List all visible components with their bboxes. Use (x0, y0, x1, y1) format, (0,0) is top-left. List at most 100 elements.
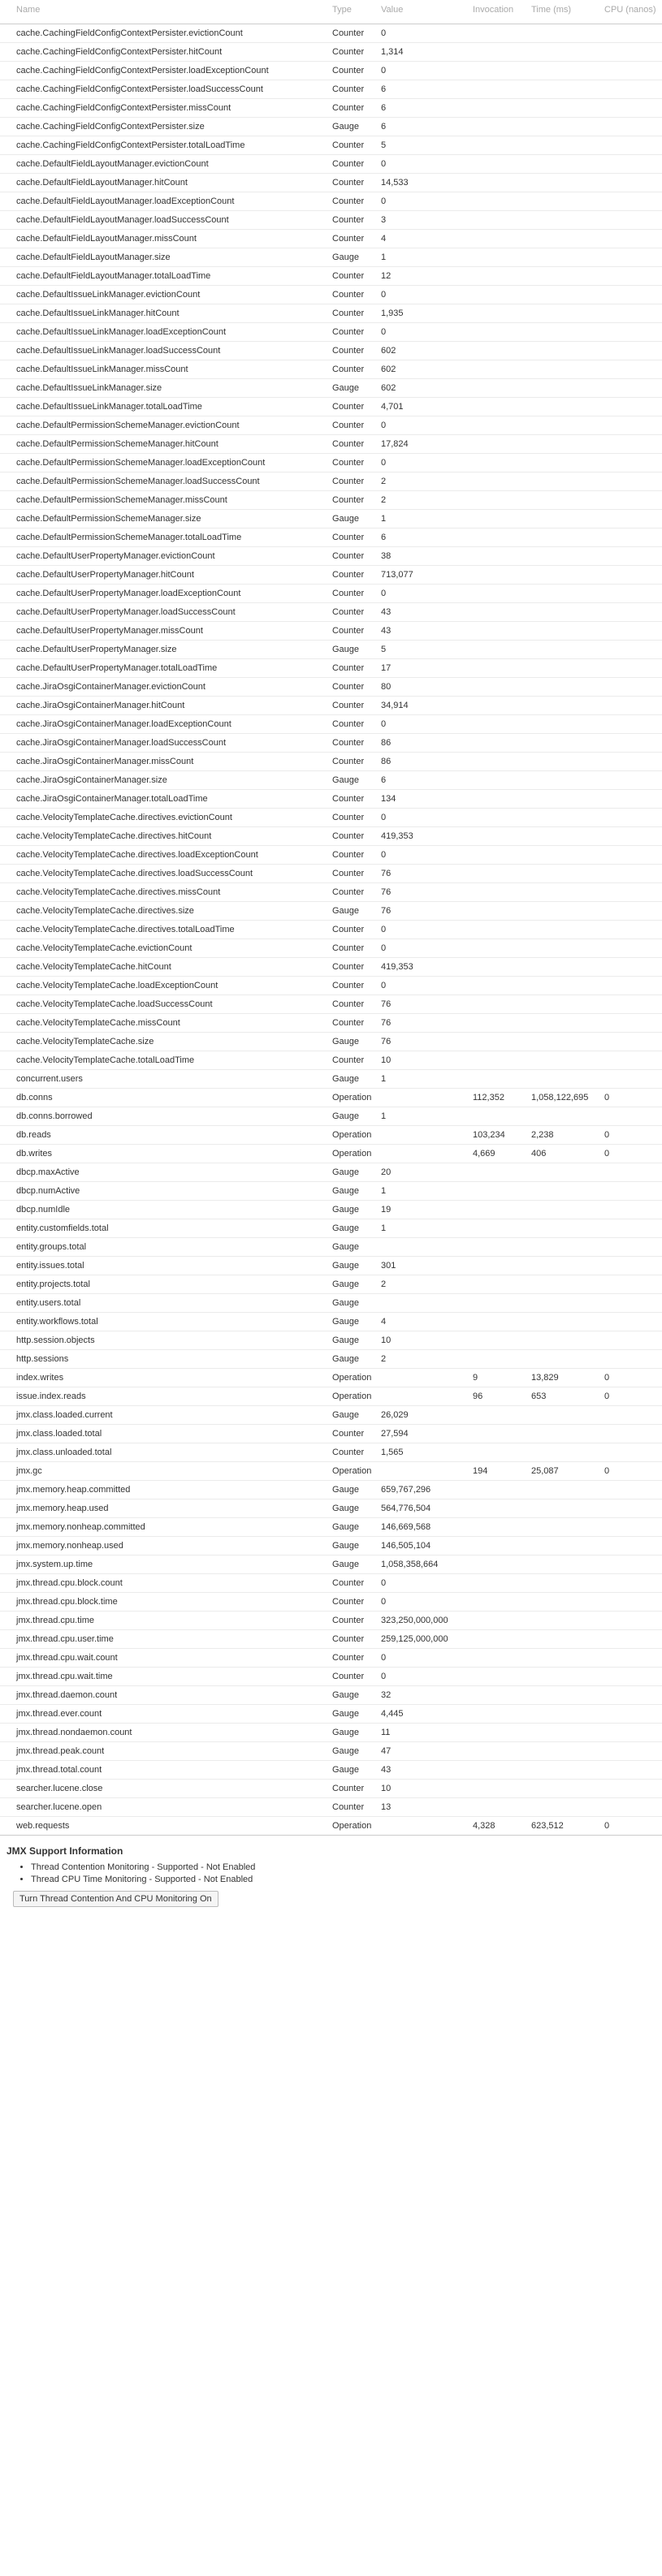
cell-name: searcher.lucene.open (0, 1797, 329, 1817)
cell-time-ms (528, 266, 601, 286)
cell-name: http.session.objects (0, 1331, 329, 1350)
table-row: cache.VelocityTemplateCache.totalLoadTim… (0, 1051, 662, 1070)
cell-invocation (469, 1405, 528, 1425)
table-row: entity.customfields.total Gauge 1 (0, 1219, 662, 1238)
cell-cpu-nanos (601, 1536, 662, 1556)
cell-value: 0 (378, 1573, 469, 1593)
cell-time-ms (528, 1237, 601, 1257)
cell-time-ms (528, 1107, 601, 1126)
cell-type: Operation (329, 1461, 378, 1481)
turn-monitoring-on-button[interactable]: Turn Thread Contention And CPU Monitorin… (13, 1891, 219, 1907)
cell-value: 5 (378, 640, 469, 659)
cell-invocation (469, 602, 528, 622)
cell-name: cache.CachingFieldConfigContextPersister… (0, 117, 329, 136)
cell-name: cache.VelocityTemplateCache.size (0, 1032, 329, 1051)
cell-time-ms (528, 1312, 601, 1331)
cell-cpu-nanos (601, 1443, 662, 1462)
cell-time-ms (528, 1611, 601, 1630)
cell-time-ms (528, 304, 601, 323)
cell-name: cache.DefaultFieldLayoutManager.eviction… (0, 154, 329, 174)
cell-time-ms (528, 957, 601, 977)
cell-name: cache.CachingFieldConfigContextPersister… (0, 80, 329, 99)
cell-invocation (469, 1293, 528, 1313)
table-row: cache.DefaultFieldLayoutManager.size Gaug… (0, 248, 662, 267)
column-header-cpu[interactable]: CPU (nanos) (601, 0, 662, 24)
cell-invocation (469, 1629, 528, 1649)
cell-name: cache.VelocityTemplateCache.loadExceptio… (0, 976, 329, 995)
cell-time-ms: 1,058,122,695 (528, 1088, 601, 1107)
cell-invocation (469, 1237, 528, 1257)
cell-type: Counter (329, 61, 378, 80)
cell-type: Counter (329, 752, 378, 771)
table-row: cache.JiraOsgiContainerManager.loadExcep… (0, 714, 662, 734)
cell-value: 1 (378, 1069, 469, 1089)
cell-name: entity.customfields.total (0, 1219, 329, 1238)
cell-type: Operation (329, 1368, 378, 1387)
cell-name: cache.DefaultIssueLinkManager.loadExcept… (0, 322, 329, 342)
table-row: cache.VelocityTemplateCache.directives.h… (0, 826, 662, 846)
cell-type: Gauge (329, 1293, 378, 1313)
column-header-invocation[interactable]: Invocation (469, 0, 528, 24)
cell-cpu-nanos (601, 434, 662, 454)
column-header-name[interactable]: Name (0, 0, 329, 24)
cell-time-ms (528, 584, 601, 603)
cell-value: 0 (378, 584, 469, 603)
cell-name: cache.JiraOsgiContainerManager.totalLoad… (0, 789, 329, 809)
cell-type: Counter (329, 360, 378, 379)
table-row: cache.DefaultPermissionSchemeManager.loa… (0, 472, 662, 491)
cell-time-ms (528, 1331, 601, 1350)
column-header-type[interactable]: Type (329, 0, 378, 24)
cell-type: Counter (329, 210, 378, 230)
cell-time-ms (528, 640, 601, 659)
cell-value: 38 (378, 546, 469, 566)
table-row: entity.users.total Gauge (0, 1293, 662, 1313)
cell-value: 6 (378, 528, 469, 547)
table-row: cache.DefaultUserPropertyManager.totalLo… (0, 658, 662, 678)
cell-name: cache.JiraOsgiContainerManager.loadSucce… (0, 733, 329, 753)
cell-time-ms (528, 397, 601, 416)
table-row: jmx.memory.heap.committed Gauge 659,767,29… (0, 1480, 662, 1499)
table-row: cache.DefaultIssueLinkManager.loadSucces… (0, 341, 662, 360)
cell-type: Operation (329, 1088, 378, 1107)
cell-type: Gauge (329, 1032, 378, 1051)
cell-value: 43 (378, 621, 469, 641)
cell-name: jmx.thread.nondaemon.count (0, 1723, 329, 1742)
cell-invocation (469, 882, 528, 902)
cell-name: cache.DefaultUserPropertyManager.loadSuc… (0, 602, 329, 622)
cell-invocation (469, 229, 528, 248)
table-row: cache.VelocityTemplateCache.loadSuccessC… (0, 995, 662, 1014)
cell-value (378, 1144, 469, 1163)
cell-value: 134 (378, 789, 469, 809)
cell-time-ms (528, 434, 601, 454)
cell-cpu-nanos: 0 (601, 1368, 662, 1387)
cell-time-ms (528, 1667, 601, 1686)
table-row: cache.DefaultPermissionSchemeManager.evi… (0, 416, 662, 435)
cell-value: 0 (378, 845, 469, 865)
cell-cpu-nanos (601, 472, 662, 491)
column-header-time[interactable]: Time (ms) (528, 0, 601, 24)
table-row: cache.DefaultFieldLayoutManager.loadExce… (0, 192, 662, 211)
cell-cpu-nanos (601, 1069, 662, 1089)
cell-time-ms (528, 565, 601, 585)
cell-value: 0 (378, 61, 469, 80)
cell-cpu-nanos (601, 1648, 662, 1668)
cell-cpu-nanos (601, 826, 662, 846)
cell-value (378, 1387, 469, 1406)
cell-time-ms (528, 416, 601, 435)
cell-name: cache.VelocityTemplateCache.directives.m… (0, 882, 329, 902)
table-row: cache.CachingFieldConfigContextPersister… (0, 117, 662, 136)
cell-value: 0 (378, 920, 469, 939)
table-row: jmx.gc Operation 194 25,087 0 (0, 1461, 662, 1481)
cell-value: 301 (378, 1256, 469, 1275)
cell-value: 10 (378, 1779, 469, 1798)
cell-value: 6 (378, 80, 469, 99)
cell-type: Counter (329, 1611, 378, 1630)
cell-cpu-nanos (601, 136, 662, 155)
table-row: cache.DefaultIssueLinkManager.loadExcept… (0, 322, 662, 342)
cell-name: cache.DefaultIssueLinkManager.missCount (0, 360, 329, 379)
cell-name: cache.DefaultUserPropertyManager.loadExc… (0, 584, 329, 603)
cell-type: Counter (329, 98, 378, 118)
cell-invocation (469, 192, 528, 211)
cell-invocation (469, 621, 528, 641)
column-header-value[interactable]: Value (378, 0, 469, 24)
